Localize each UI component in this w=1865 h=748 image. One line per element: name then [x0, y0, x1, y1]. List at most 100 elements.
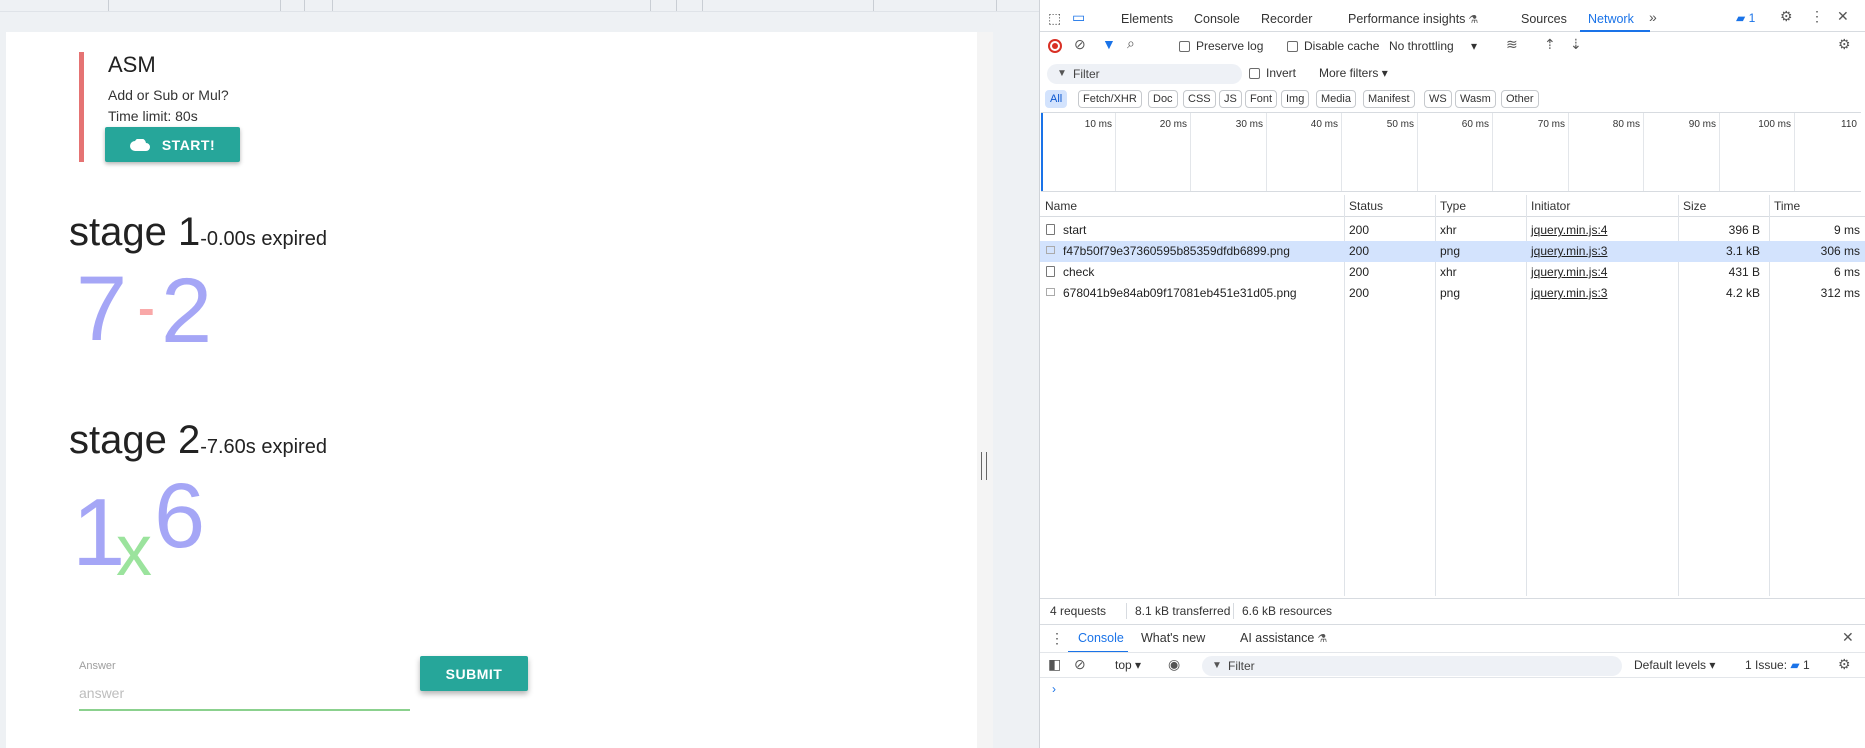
timeline-tick: 70 ms	[1537, 119, 1565, 130]
tab-performance-insights[interactable]: Performance insights ⚗	[1348, 12, 1478, 26]
invert-label: Invert	[1266, 66, 1297, 80]
timeline-tick: 80 ms	[1612, 119, 1640, 130]
sidebar-toggle-icon[interactable]: ◧	[1048, 656, 1061, 673]
inspect-element-icon[interactable]: ⬚	[1048, 10, 1061, 27]
request-row[interactable]: check 200 xhr jquery.min.js:4 431 B 6 ms	[1040, 262, 1865, 283]
type-filter-all[interactable]: All	[1045, 90, 1068, 108]
start-label: START!	[161, 136, 216, 153]
more-filters-dropdown[interactable]: More filters ▾	[1319, 66, 1388, 80]
network-filter-input[interactable]: ▼ Filter	[1047, 64, 1242, 84]
drawer-tab-ai-assistance[interactable]: AI assistance ⚗	[1240, 631, 1327, 645]
start-button[interactable]: START!	[105, 127, 240, 162]
issues-number: 1	[1802, 658, 1810, 672]
request-row[interactable]: f47b50f79e37360595b85359dfdb6899.png 200…	[1040, 241, 1865, 262]
request-time: 6 ms	[1833, 265, 1860, 279]
filter-funnel-icon[interactable]: ▼	[1102, 36, 1116, 52]
context-value: top	[1115, 658, 1132, 672]
issues-badge[interactable]: ▰ 1	[1736, 11, 1755, 25]
request-type: xhr	[1440, 265, 1457, 279]
column-time[interactable]: Time	[1774, 199, 1800, 213]
column-name[interactable]: Name	[1045, 199, 1077, 213]
preserve-log-checkbox[interactable]	[1179, 41, 1190, 52]
invert-checkbox[interactable]	[1249, 68, 1260, 79]
network-settings-icon[interactable]: ⚙	[1838, 36, 1851, 53]
more-tabs-icon[interactable]: »	[1649, 9, 1657, 25]
device-toolbar-icon[interactable]: ▭	[1072, 9, 1085, 26]
answer-input[interactable]	[79, 676, 410, 711]
captcha-operator: -	[138, 280, 155, 336]
filter-row: ▼ Filter Invert More filters ▾	[1040, 62, 1865, 86]
request-table-header: Name Status Type Initiator Size Time	[1040, 195, 1865, 217]
type-filter-media[interactable]: Media	[1316, 90, 1356, 108]
export-har-icon[interactable]: ⇣	[1570, 36, 1582, 53]
tab-console[interactable]: Console	[1194, 12, 1240, 26]
tab-elements[interactable]: Elements	[1121, 12, 1173, 26]
request-initiator-link[interactable]: jquery.min.js:4	[1531, 265, 1607, 279]
type-filter-font[interactable]: Font	[1245, 90, 1278, 108]
console-filter-input[interactable]: ▼ Filter	[1202, 656, 1622, 676]
filter-icon: ▼	[1212, 660, 1222, 671]
drawer-tab-console[interactable]: Console	[1078, 631, 1124, 645]
answer-label: Answer	[79, 660, 116, 672]
type-filter-css[interactable]: CSS	[1183, 90, 1216, 108]
import-har-icon[interactable]: ⇡	[1544, 36, 1556, 53]
type-filter-img[interactable]: Img	[1281, 90, 1310, 108]
request-initiator-link[interactable]: jquery.min.js:3	[1531, 244, 1607, 258]
search-icon[interactable]: ⌕	[1127, 35, 1135, 52]
close-drawer-icon[interactable]: ✕	[1842, 629, 1854, 646]
context-selector[interactable]: top ▾	[1115, 658, 1141, 672]
document-icon	[1046, 266, 1055, 277]
column-initiator[interactable]: Initiator	[1531, 199, 1570, 213]
submit-button[interactable]: SUBMIT	[420, 656, 528, 691]
request-initiator-link[interactable]: jquery.min.js:3	[1531, 286, 1607, 300]
clear-console-icon[interactable]: ⊘	[1074, 656, 1086, 673]
tab-performance-insights-label: Performance insights	[1348, 12, 1466, 26]
type-filter-ws[interactable]: WS	[1424, 90, 1452, 108]
cloud-icon	[129, 138, 150, 151]
captcha-digit: 6	[154, 477, 205, 567]
close-devtools-icon[interactable]: ✕	[1837, 8, 1849, 25]
request-initiator-link[interactable]: jquery.min.js:4	[1531, 223, 1607, 237]
column-type[interactable]: Type	[1440, 199, 1466, 213]
live-expression-eye-icon[interactable]: ◉	[1168, 656, 1180, 673]
request-time: 306 ms	[1820, 244, 1860, 258]
time-limit: Time limit: 80s	[108, 108, 198, 124]
drawer-tab-whats-new[interactable]: What's new	[1141, 631, 1205, 645]
type-filter-other[interactable]: Other	[1501, 90, 1539, 108]
stage-2: stage 2-7.60s expired	[69, 418, 327, 463]
record-stop-icon[interactable]	[1048, 39, 1062, 53]
type-filter-fetch-xhr[interactable]: Fetch/XHR	[1078, 90, 1142, 108]
request-type: xhr	[1440, 223, 1457, 237]
throttling-select[interactable]: No throttling ▾	[1389, 39, 1477, 53]
type-filter-doc[interactable]: Doc	[1148, 90, 1178, 108]
request-row[interactable]: start 200 xhr jquery.min.js:4 396 B 9 ms	[1040, 220, 1865, 241]
stage-1: stage 1-0.00s expired	[69, 210, 327, 255]
tab-network[interactable]: Network	[1588, 12, 1634, 26]
captcha-operator: x	[116, 511, 152, 582]
screen: ASM Add or Sub or Mul? Time limit: 80s S…	[0, 0, 1865, 748]
column-size[interactable]: Size	[1683, 199, 1706, 213]
request-row[interactable]: 678041b9e84ab09f17081eb451e31d05.png 200…	[1040, 283, 1865, 304]
column-status[interactable]: Status	[1349, 199, 1383, 213]
log-levels-dropdown[interactable]: Default levels ▾	[1634, 658, 1715, 672]
devtools-resize-handle[interactable]	[981, 452, 987, 480]
network-conditions-icon[interactable]: ≋	[1506, 36, 1518, 53]
console-settings-icon[interactable]: ⚙	[1838, 656, 1851, 673]
stage-expired: -7.60s expired	[200, 436, 327, 458]
tab-recorder[interactable]: Recorder	[1261, 12, 1312, 26]
type-filter-js[interactable]: JS	[1219, 90, 1242, 108]
captcha-digit: 2	[161, 270, 212, 355]
settings-gear-icon[interactable]: ⚙	[1780, 8, 1793, 25]
page-scrollbar[interactable]	[977, 32, 993, 748]
issues-counter[interactable]: 1 Issue: ▰ 1	[1745, 658, 1810, 672]
devtools-panel: ⬚ ▭ Elements Console Recorder Performanc…	[1039, 0, 1865, 748]
console-prompt[interactable]: ›	[1052, 682, 1056, 696]
kebab-menu-icon[interactable]: ⋮	[1810, 8, 1824, 25]
tab-sources[interactable]: Sources	[1521, 12, 1567, 26]
type-filter-wasm[interactable]: Wasm	[1455, 90, 1496, 108]
disable-cache-checkbox[interactable]	[1287, 41, 1298, 52]
clear-icon[interactable]: ⊘	[1074, 36, 1086, 53]
type-filter-manifest[interactable]: Manifest	[1363, 90, 1415, 108]
network-overview-timeline[interactable]: 10 ms 20 ms 30 ms 40 ms 50 ms 60 ms 70 m…	[1041, 112, 1861, 192]
drawer-menu-icon[interactable]: ⋮	[1050, 630, 1064, 647]
